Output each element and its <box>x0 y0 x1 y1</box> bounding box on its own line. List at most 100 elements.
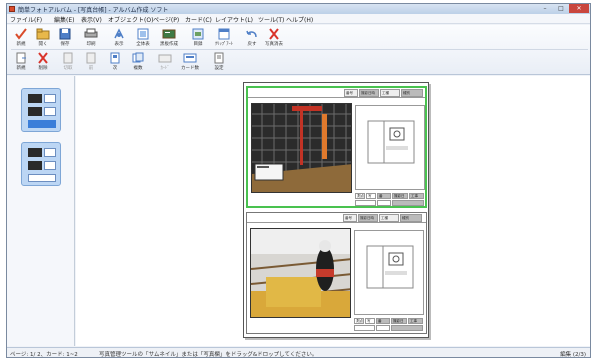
clipart-button[interactable]: ｸﾘｯﾌﾟｱｰﾄ <box>213 27 235 49</box>
cut-button[interactable]: 切取 <box>57 51 79 73</box>
thumb-text <box>44 161 56 170</box>
card-count-label: カード数 <box>181 66 199 71</box>
fit-button[interactable]: 全体表 <box>132 27 154 49</box>
settings-icon <box>214 52 224 64</box>
undo-label: 戻す <box>247 42 257 47</box>
page-canvas: 番号 撮影日時 工種 種別 測点 写 番 撮影日 工事 番号 撮影日時 工種 種… <box>76 76 590 346</box>
header-date: 撮影日時 <box>359 89 379 97</box>
status-hint: 写真管理ツールの「サムネイル」または「写真欄」をドラッグ&ドロップしてください。 <box>99 352 318 358</box>
thumb-text <box>44 107 56 116</box>
menu-help[interactable]: ヘルプ(H) <box>286 15 313 24</box>
card-info-box <box>355 105 425 190</box>
new-page-button[interactable]: 新規 <box>10 51 32 73</box>
settings-button[interactable]: 設定 <box>208 51 230 73</box>
print-button[interactable]: 印刷 <box>80 27 102 49</box>
footer-cell: 写 <box>365 318 375 324</box>
status-mode: 編集 (2/3) <box>560 352 586 358</box>
multi-button[interactable]: 複数 <box>127 51 149 73</box>
app-icon <box>9 6 15 12</box>
card-label: ｶｰﾄﾞ <box>160 66 170 71</box>
catalog-button[interactable]: 目録 <box>187 27 209 49</box>
construction-photo[interactable] <box>251 103 352 193</box>
delete-icon <box>38 52 48 64</box>
settings-label: 設定 <box>214 66 224 71</box>
catalog-icon <box>192 28 204 40</box>
prev-button[interactable]: 前 <box>80 51 102 73</box>
next-label: 次 <box>112 66 118 71</box>
status-page-info: ページ: 1/ 2、カード: 1~2 <box>10 352 78 358</box>
page-thumbnail-1[interactable] <box>21 88 61 132</box>
header-number: 番号 <box>344 89 358 97</box>
menu-edit[interactable]: 編集(E) <box>54 15 74 24</box>
close-icon[interactable]: ✕ <box>569 4 589 13</box>
open-button[interactable]: 開く <box>32 27 54 49</box>
clipart-label: ｸﾘｯﾌﾟｱｰﾄ <box>215 42 233 47</box>
multi-label: 複数 <box>133 66 143 71</box>
prev-label: 前 <box>88 66 94 71</box>
thumb-photo <box>28 161 42 170</box>
open-icon <box>36 28 50 40</box>
view-button[interactable]: 表示 <box>108 27 130 49</box>
menu-object[interactable]: オブジェクト(O) <box>108 15 153 24</box>
undo-button[interactable]: 戻す <box>241 27 263 49</box>
maximize-icon[interactable]: □ <box>554 4 568 13</box>
header-number: 番号 <box>343 214 357 222</box>
header-kind: 種別 <box>400 214 422 222</box>
card-count-icon <box>183 53 197 63</box>
card-count-button[interactable]: カード数 <box>179 51 201 73</box>
thumb-photo <box>28 107 42 116</box>
footer-cell <box>376 325 390 331</box>
cut-label: 切取 <box>63 66 73 71</box>
footer-cell: 測点 <box>355 193 365 199</box>
delete-page-button[interactable]: 削除 <box>32 51 54 73</box>
card-header: 番号 撮影日時 工種 種別 <box>248 88 425 98</box>
thumb-text <box>44 148 56 157</box>
menu-tools[interactable]: ツール(T) <box>258 15 284 24</box>
footer-cell <box>377 200 391 206</box>
blackboard-button[interactable]: 黒板作成 <box>158 27 180 49</box>
footer-cell <box>354 325 375 331</box>
menu-view[interactable]: 表示(V) <box>81 15 102 24</box>
multi-icon <box>132 52 144 63</box>
fit-icon <box>137 28 149 40</box>
footer-cell: 番 <box>376 318 390 324</box>
open-label: 開く <box>38 42 48 47</box>
undo-icon <box>246 30 257 38</box>
thumb-selected-bar <box>28 120 56 128</box>
menu-bar: ファイル(F) 編集(E) 表示(V) オブジェクト(O) ページ(P) カード… <box>7 14 590 24</box>
blackboard-label: 黒板作成 <box>160 42 178 47</box>
menu-file[interactable]: ファイル(F) <box>10 15 42 24</box>
new-page-label: 新規 <box>16 66 26 71</box>
delete-page-label: 削除 <box>38 66 48 71</box>
header-type: 工種 <box>379 214 399 222</box>
card-footer: 測点 写 番 撮影日 工事 <box>355 193 425 207</box>
new-label: 新規 <box>16 42 26 47</box>
next-icon <box>110 52 120 64</box>
footer-cell: 撮影日 <box>391 318 407 324</box>
construction-photo[interactable] <box>250 228 351 318</box>
photo-card-1[interactable]: 番号 撮影日時 工種 種別 測点 写 番 撮影日 工事 <box>246 86 427 208</box>
print-label: 印刷 <box>86 42 96 47</box>
photo-card-2[interactable]: 番号 撮影日時 工種 種別 測点 写 番 撮影日 工事 <box>246 212 427 334</box>
save-button[interactable]: 保存 <box>54 27 76 49</box>
page-thumbnail-2[interactable] <box>21 142 61 186</box>
next-button[interactable]: 次 <box>104 51 126 73</box>
footer-cell <box>391 325 423 331</box>
minimize-icon[interactable]: – <box>538 4 552 13</box>
blackboard-icon <box>162 29 176 39</box>
status-bar: ページ: 1/ 2、カード: 1~2 写真管理ツールの「サムネイル」または「写真… <box>7 347 590 358</box>
cut-icon <box>63 52 73 64</box>
card-button[interactable]: ｶｰﾄﾞ <box>154 51 176 73</box>
card-icon <box>158 54 172 63</box>
new-button[interactable]: 新規 <box>10 27 32 49</box>
menu-page[interactable]: ページ(P) <box>153 15 179 24</box>
print-icon <box>84 28 98 38</box>
menu-card[interactable]: カード(C) <box>185 15 212 24</box>
catalog-label: 目録 <box>193 42 203 47</box>
new-page-icon <box>16 52 26 64</box>
card-header: 番号 撮影日時 工種 種別 <box>247 213 426 223</box>
footer-cell <box>392 200 424 206</box>
save-label: 保存 <box>60 42 70 47</box>
menu-layout[interactable]: レイアウト(L) <box>215 15 253 24</box>
delete-photo-button[interactable]: 写真消去 <box>263 27 285 49</box>
